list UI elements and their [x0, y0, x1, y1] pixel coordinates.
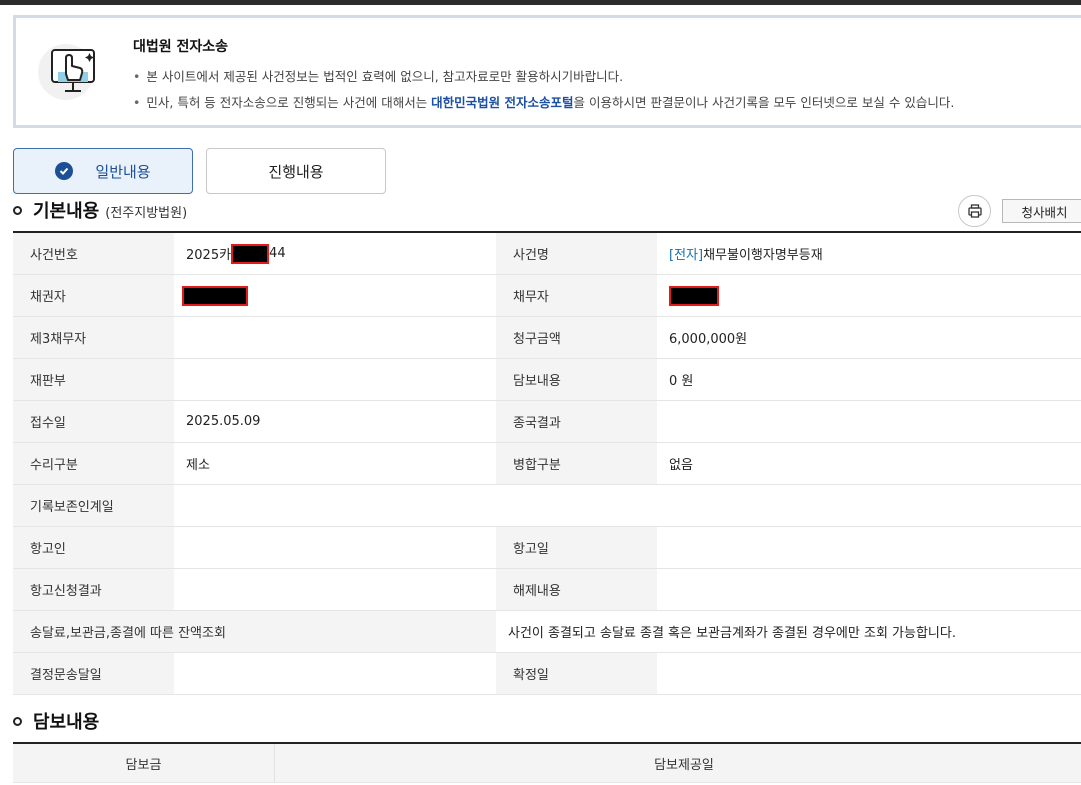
- table-row: 송달료,보관금,종결에 따른 잔액조회 사건이 종결되고 송달료 종결 혹은 보…: [13, 611, 1081, 653]
- notice-line-1: • 본 사이트에서 제공된 사건정보는 법적인 효력에 없으니, 참고자료로만 활…: [133, 69, 624, 84]
- tab-general-label: 일반내용: [95, 162, 151, 181]
- e-litigation-portal-link[interactable]: 대한민국법원 전자소송포털: [431, 95, 573, 110]
- print-button[interactable]: [958, 195, 991, 227]
- table-row: 결정문송달일 확정일: [13, 653, 1081, 695]
- redaction-box: [231, 243, 270, 264]
- creditor-value: [174, 275, 496, 316]
- table-row: 제3채무자 청구금액 6,000,000원: [13, 317, 1081, 359]
- appeal-result-value: [174, 569, 496, 610]
- notice-box: 대법원 전자소송 • 본 사이트에서 제공된 사건정보는 법적인 효력에 없으니,…: [13, 15, 1081, 128]
- redaction-box: [182, 285, 248, 306]
- merge-value: 없음: [657, 443, 1081, 484]
- table-row: 재판부 담보내용 0 원: [13, 359, 1081, 401]
- notice-line-2: • 민사, 특허 등 전자소송으로 진행되는 사건에 대해서는 대한민국법원 전자…: [133, 95, 955, 110]
- debtor-value: [657, 275, 1081, 316]
- creditor-label: 채권자: [13, 275, 174, 316]
- appeal-date-value: [657, 527, 1081, 568]
- claim-amount-value: 6,000,000원: [657, 317, 1081, 358]
- check-circle-icon: [55, 162, 74, 180]
- debtor-label: 채무자: [496, 275, 657, 316]
- window-top-bar: [0, 0, 1081, 5]
- guarantee-date-header: 담보제공일: [654, 757, 714, 773]
- guarantee-section-header: 담보내용: [13, 708, 99, 734]
- appellant-value: [174, 527, 496, 568]
- court-name: (전주지방법원): [105, 206, 188, 221]
- record-preservation-label: 기록보존인계일: [13, 485, 174, 526]
- table-row: 채권자 채무자: [13, 275, 1081, 317]
- table-row: 사건번호 2025카 44 사건명 [전자] 채무불이행자명부등재: [13, 233, 1081, 275]
- security-value: 0 원: [657, 359, 1081, 400]
- release-value: [657, 569, 1081, 610]
- decision-delivery-label: 결정문송달일: [13, 653, 174, 694]
- circle-bullet-icon: [13, 205, 22, 215]
- appeal-result-label: 항고신청결과: [13, 569, 174, 610]
- decision-delivery-value: [174, 653, 496, 694]
- basic-section-title: 기본내용: [33, 201, 100, 222]
- case-number-label: 사건번호: [13, 233, 174, 274]
- confirmation-date-label: 확정일: [496, 653, 657, 694]
- circle-bullet-icon: [13, 716, 22, 726]
- acceptance-value: 제소: [174, 443, 496, 484]
- table-row: 접수일 2025.05.09 종국결과: [13, 401, 1081, 443]
- case-name-value: [전자] 채무불이행자명부등재: [657, 233, 1081, 274]
- balance-inquiry-value: 사건이 종결되고 송달료 종결 혹은 보관금계좌가 종결된 경우에만 조회 가능…: [496, 611, 1081, 652]
- third-debtor-label: 제3채무자: [13, 317, 174, 358]
- case-name-label: 사건명: [496, 233, 657, 274]
- claim-amount-label: 청구금액: [496, 317, 657, 358]
- basic-section-header: 기본내용 (전주지방법원): [13, 197, 187, 223]
- confirmation-date-value: [657, 653, 1081, 694]
- court-division-label: 재판부: [13, 359, 174, 400]
- court-division-value: [174, 359, 496, 400]
- acceptance-label: 수리구분: [13, 443, 174, 484]
- guarantee-table: 담보금 담보제공일: [13, 742, 1081, 783]
- appeal-date-label: 항고일: [496, 527, 657, 568]
- receipt-date-value: 2025.05.09: [174, 401, 496, 442]
- tab-progress[interactable]: 진행내용: [206, 148, 386, 194]
- tab-general[interactable]: 일반내용: [13, 148, 193, 194]
- security-label: 담보내용: [496, 359, 657, 400]
- release-label: 해제내용: [496, 569, 657, 610]
- print-icon: [967, 204, 982, 218]
- case-number-value: 2025카 44: [174, 233, 496, 274]
- final-result-label: 종국결과: [496, 401, 657, 442]
- table-row: 기록보존인계일: [13, 485, 1081, 527]
- balance-inquiry-label: 송달료,보관금,종결에 따른 잔액조회: [13, 611, 496, 652]
- table-row: 항고인 항고일: [13, 527, 1081, 569]
- appellant-label: 항고인: [13, 527, 174, 568]
- final-result-value: [657, 401, 1081, 442]
- redaction-box: [669, 285, 719, 306]
- guarantee-amount-header: 담보금: [13, 744, 275, 782]
- merge-label: 병합구분: [496, 443, 657, 484]
- touch-monitor-icon: [38, 44, 95, 100]
- courthouse-layout-button[interactable]: 청사배치: [1002, 199, 1081, 223]
- table-row: 수리구분 제소 병합구분 없음: [13, 443, 1081, 485]
- table-header-row: 담보금 담보제공일: [13, 744, 1081, 783]
- record-preservation-value: [174, 485, 1081, 526]
- table-row: 항고신청결과 해제내용: [13, 569, 1081, 611]
- basic-info-table: 사건번호 2025카 44 사건명 [전자] 채무불이행자명부등재 채권자 채무자 …: [13, 231, 1081, 695]
- tab-progress-label: 진행내용: [268, 162, 324, 181]
- notice-title: 대법원 전자소송: [133, 39, 229, 55]
- third-debtor-value: [174, 317, 496, 358]
- receipt-date-label: 접수일: [13, 401, 174, 442]
- guarantee-section-title: 담보내용: [33, 712, 100, 733]
